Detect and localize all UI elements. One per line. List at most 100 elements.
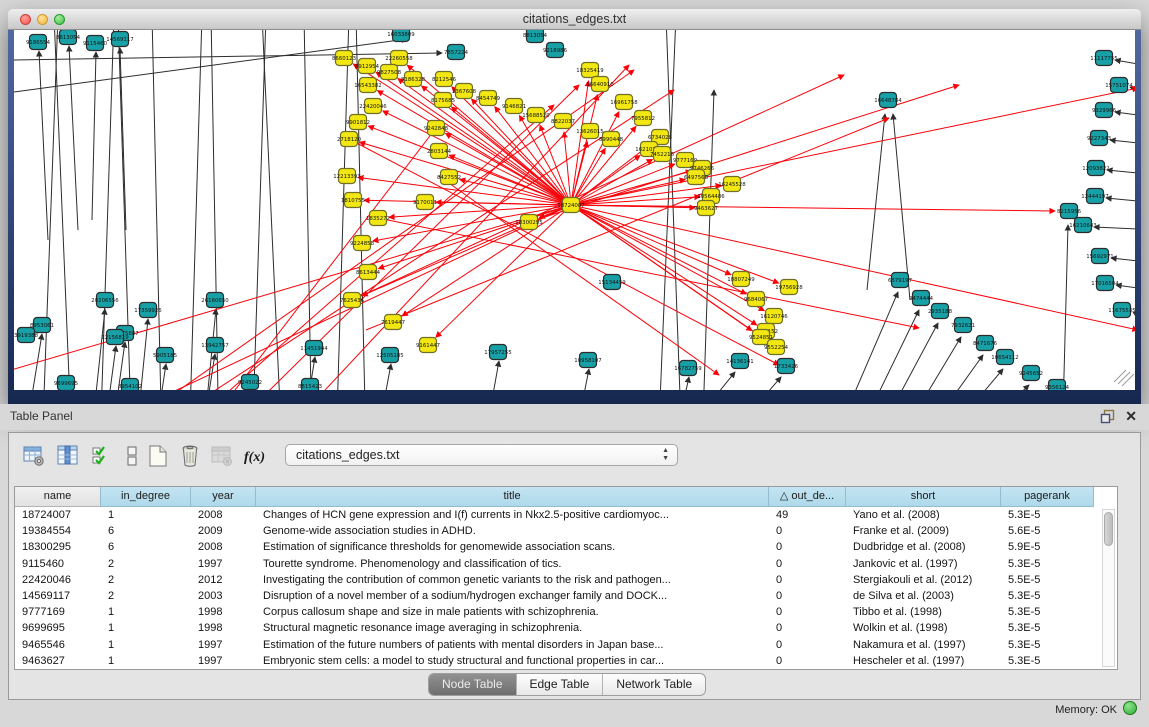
column-header-title[interactable]: title	[256, 487, 769, 507]
graph-node[interactable]: 9161447	[416, 338, 440, 353]
network-canvas[interactable]: 1872400786601232226055889129549827508165…	[14, 30, 1135, 390]
delete-column-button[interactable]	[175, 441, 205, 471]
graph-node[interactable]: 8815423	[298, 379, 322, 391]
graph-node[interactable]: 9218986	[543, 43, 568, 58]
graph-node[interactable]: 9329966	[1092, 103, 1117, 118]
graph-node[interactable]: 12444197	[1081, 189, 1108, 204]
graph-node[interactable]: 9242848	[424, 121, 449, 136]
graph-node[interactable]: 12505185	[376, 348, 403, 363]
graph-node[interactable]: 8212546	[432, 72, 457, 87]
graph-node[interactable]: 17957255	[484, 345, 511, 360]
graph-node[interactable]: 12093822	[1082, 161, 1109, 176]
graph-node[interactable]: 8427552	[437, 170, 461, 185]
graph-node[interactable]: 3919388	[14, 328, 39, 343]
graph-node[interactable]: 17359926	[134, 303, 162, 318]
graph-node[interactable]: 7955812	[631, 111, 655, 126]
graph-node[interactable]: 9684067	[744, 292, 768, 307]
graph-node[interactable]: 9245652	[1019, 366, 1043, 381]
graph-node[interactable]: 8660123	[332, 51, 356, 66]
graph-node[interactable]: 18325419	[576, 63, 604, 78]
graph-node[interactable]: 18807249	[727, 272, 755, 287]
graph-node[interactable]: 16640910	[586, 77, 614, 92]
graph-node[interactable]: 16033809	[387, 30, 415, 42]
graph-node[interactable]: 9186554	[26, 35, 51, 50]
graph-node[interactable]: 26160650	[201, 293, 229, 308]
graph-node[interactable]: 1835272	[366, 211, 390, 226]
graph-node[interactable]: 9463627	[694, 201, 718, 216]
graph-node[interactable]: 11675535	[1108, 303, 1135, 318]
graph-node[interactable]: 2803144	[427, 144, 452, 159]
graph-node[interactable]: 14136141	[726, 354, 753, 369]
graph-node[interactable]: 11117755	[1090, 51, 1117, 66]
tab-edge-table[interactable]: Edge Table	[517, 674, 604, 695]
graph-node[interactable]: 11451944	[300, 341, 328, 356]
graph-node[interactable]: 13942757	[201, 338, 228, 353]
graph-node[interactable]: 7619447	[381, 315, 405, 330]
window-titlebar[interactable]: citations_edges.txt	[8, 9, 1141, 30]
table-row[interactable]: 911546021997Tourette syndrome. Phenomeno…	[15, 556, 1094, 572]
graph-node[interactable]: 2367608	[452, 84, 477, 99]
graph-node[interactable]: 7625436	[340, 293, 365, 308]
table-row[interactable]: 1830029562008Estimation of significance …	[15, 539, 1094, 555]
graph-node[interactable]: 20206556	[91, 293, 119, 308]
close-panel-icon[interactable]: ✕	[1125, 407, 1137, 425]
graph-node[interactable]: 17016504	[1091, 276, 1119, 291]
tab-network-table[interactable]: Network Table	[603, 674, 705, 695]
graph-node[interactable]: 8215956	[1057, 204, 1082, 219]
graph-node[interactable]: 9146821	[502, 99, 526, 114]
graph-node[interactable]: 8186328	[401, 72, 426, 87]
graph-node[interactable]: 8813054	[523, 30, 548, 43]
column-header-in_degree[interactable]: in_degree	[101, 487, 191, 507]
graph-node[interactable]: 8822037	[551, 114, 575, 129]
graph-node[interactable]: 9474444	[909, 291, 934, 306]
graph-node[interactable]: 15688520	[522, 108, 550, 123]
column-header-year[interactable]: year	[191, 487, 256, 507]
graph-node[interactable]: 7932621	[951, 318, 975, 333]
table-row[interactable]: 946554611997Estimation of the future num…	[15, 637, 1094, 653]
create-column-button[interactable]	[143, 441, 173, 471]
graph-node[interactable]: 22260558	[385, 51, 413, 66]
graph-node[interactable]: 9245022	[238, 375, 262, 390]
column-header-short[interactable]: short	[846, 487, 1001, 507]
column-header-out_de[interactable]: △ out_de...	[769, 487, 846, 507]
graph-node[interactable]: 8454749	[476, 91, 501, 106]
graph-node[interactable]: 5905185	[153, 348, 177, 363]
graph-node[interactable]: 19756928	[775, 280, 803, 295]
graph-node[interactable]: 2935188	[928, 304, 953, 319]
graph-node[interactable]: 6379197	[888, 273, 912, 288]
graph-node[interactable]: 9552254	[764, 340, 789, 355]
graph-node[interactable]: 8471676	[973, 336, 998, 351]
graph-node[interactable]: 9356124	[1045, 380, 1070, 391]
graph-node[interactable]: 1733426	[774, 359, 799, 374]
table-select-dropdown[interactable]: citations_edges.txt ▲▼	[285, 444, 678, 466]
graph-node[interactable]: 16648784	[874, 93, 902, 108]
graph-node[interactable]: 8613054	[56, 30, 81, 45]
graph-node[interactable]: 6497568	[684, 170, 709, 185]
float-panel-icon[interactable]	[1100, 409, 1115, 424]
graph-node[interactable]: 1810755	[341, 193, 365, 208]
graph-node[interactable]: 9901812	[346, 115, 370, 130]
graph-node[interactable]: 9224858	[350, 236, 375, 251]
column-header-pagerank[interactable]: pagerank	[1001, 487, 1094, 507]
delete-table-button[interactable]	[207, 441, 237, 471]
table-vertical-scrollbar[interactable]	[1102, 509, 1115, 667]
graph-node[interactable]: 9827508	[377, 65, 402, 80]
graph-node[interactable]: 12213393	[333, 169, 360, 184]
graph-node[interactable]: 16120746	[760, 309, 788, 324]
graph-node[interactable]: 10958107	[574, 353, 601, 368]
graph-node[interactable]: 8613444	[356, 265, 381, 280]
graph-node[interactable]: 9699695	[54, 376, 78, 391]
tab-node-table[interactable]: Node Table	[429, 674, 517, 695]
graph-node[interactable]: 16210643	[1069, 218, 1096, 233]
graph-node[interactable]: 10654112	[991, 350, 1018, 365]
graph-node[interactable]: 8912954	[355, 59, 380, 74]
graph-node[interactable]: 9170011	[413, 195, 437, 210]
column-header-name[interactable]: name	[15, 487, 101, 507]
select-columns-button[interactable]	[87, 441, 117, 471]
table-row[interactable]: 969969511998Structural magnetic resonanc…	[15, 620, 1094, 636]
scrollbar-thumb[interactable]	[1104, 512, 1113, 546]
graph-node[interactable]: 7857224	[444, 45, 469, 60]
table-row[interactable]: 1938455462009Genome-wide association stu…	[15, 523, 1094, 539]
graph-node[interactable]: 9227343	[1087, 131, 1111, 146]
graph-node[interactable]: 15692971	[1086, 249, 1113, 264]
